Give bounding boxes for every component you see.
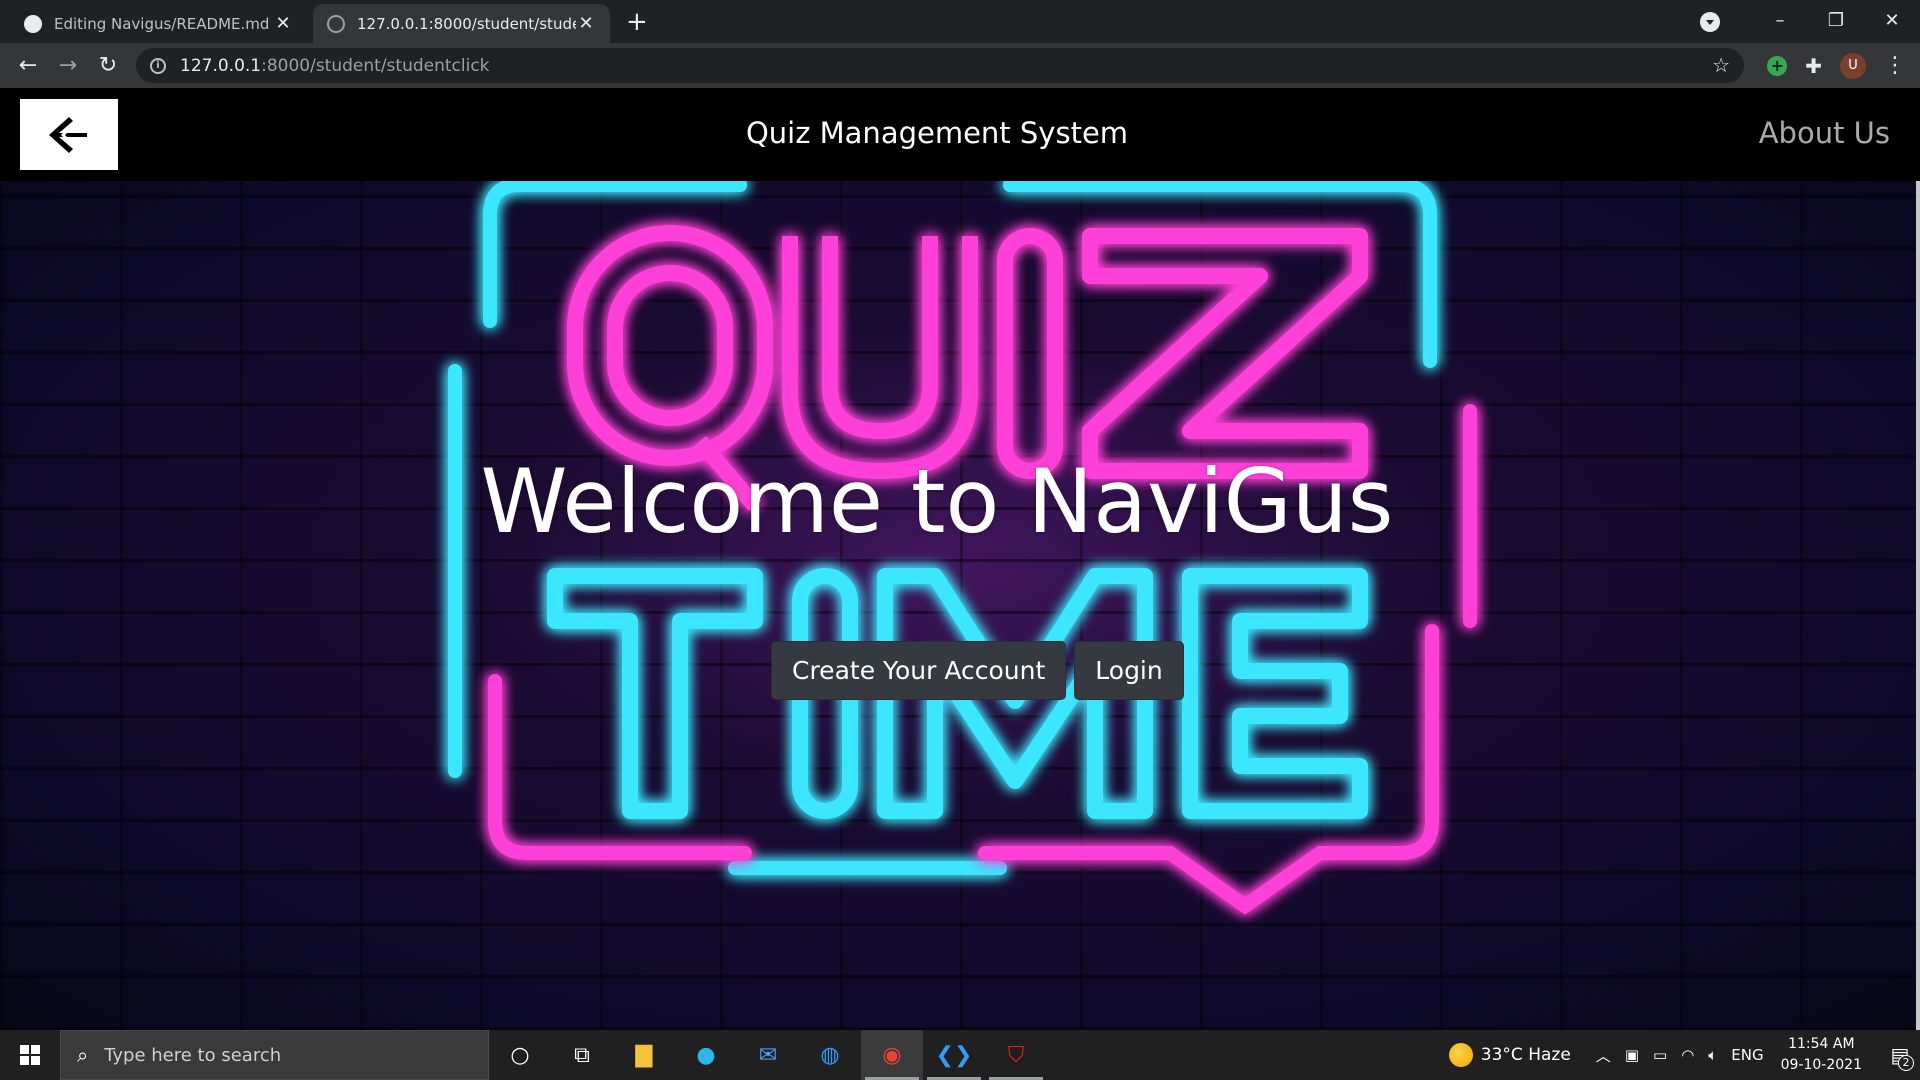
web-page: Quiz Management System About Us Welcome …: [0, 88, 1920, 1030]
search-icon: ⌕: [77, 1043, 89, 1067]
forward-icon[interactable]: →: [48, 53, 88, 78]
url-path: :8000/student/studentclick: [261, 55, 490, 76]
tab-search-icon[interactable]: [1700, 12, 1720, 32]
close-window-icon[interactable]: ✕: [1864, 10, 1920, 31]
system-tray: 33°C Haze ︿ ▣ ▭ ◠ 🔈︎ ENG 11:54 AM 09-10-…: [1448, 1030, 1920, 1080]
tab-strip: Editing Navigus/README.md at m ✕ 127.0.0…: [0, 0, 1920, 43]
chevron-up-icon[interactable]: ︿: [1596, 1045, 1611, 1066]
windows-logo-icon: [20, 1045, 40, 1065]
url-host: 127.0.0.1: [180, 55, 262, 76]
battery-icon[interactable]: ▭: [1653, 1046, 1667, 1064]
create-account-button[interactable]: Create Your Account: [771, 641, 1067, 700]
menu-kebab-icon[interactable]: ⋮: [1884, 53, 1906, 78]
tab-github-readme[interactable]: Editing Navigus/README.md at m ✕: [10, 4, 307, 43]
edge-icon[interactable]: ●: [675, 1030, 737, 1080]
language-indicator[interactable]: ENG: [1731, 1046, 1763, 1064]
tab-title: 127.0.0.1:8000/student/studentcli: [357, 14, 576, 33]
hero-actions: Create Your Account Login: [771, 641, 1184, 700]
reload-icon[interactable]: ↻: [88, 53, 128, 78]
site-title: Quiz Management System: [745, 116, 1129, 150]
url-text: 127.0.0.1:8000/student/studentclick: [180, 56, 490, 76]
extension-icon[interactable]: +: [1767, 55, 1788, 76]
start-button[interactable]: [0, 1030, 60, 1080]
close-tab-icon[interactable]: ✕: [576, 13, 596, 34]
tab-title: Editing Navigus/README.md at m: [54, 14, 273, 33]
file-explorer-icon[interactable]: ▇: [613, 1030, 675, 1080]
login-button[interactable]: Login: [1074, 641, 1184, 700]
notification-icon[interactable]: ▤ 2: [1880, 1043, 1920, 1071]
search-placeholder: Type here to search: [104, 1044, 282, 1066]
volume-icon[interactable]: 🔈︎: [1708, 1046, 1717, 1064]
clock[interactable]: 11:54 AM 09-10-2021: [1781, 1034, 1862, 1076]
cortana-icon[interactable]: ○: [489, 1030, 551, 1080]
hero-section: Welcome to NaviGus Create Your Account L…: [0, 181, 1920, 1030]
clock-date: 09-10-2021: [1780, 1057, 1862, 1073]
wifi-icon[interactable]: ◠: [1681, 1046, 1694, 1064]
about-us-link[interactable]: About Us: [1759, 116, 1890, 150]
sun-icon: [1448, 1043, 1473, 1067]
new-tab-button[interactable]: +: [626, 7, 648, 37]
browser-toolbar: ← → ↻ i 127.0.0.1:8000/student/studentcl…: [0, 43, 1920, 88]
page-scrollbar[interactable]: [1916, 181, 1920, 1030]
profile-avatar[interactable]: U: [1840, 52, 1866, 79]
close-tab-icon[interactable]: ✕: [273, 13, 293, 34]
tab-student-click[interactable]: 127.0.0.1:8000/student/studentcli ✕: [313, 4, 610, 43]
bookmark-star-icon[interactable]: ☆: [1712, 53, 1730, 77]
github-icon: [24, 14, 42, 33]
mail-icon[interactable]: ✉: [737, 1030, 799, 1080]
toolbar-right: + ✚ U ⋮: [1767, 43, 1906, 88]
weather-widget[interactable]: 33°C Haze: [1448, 1043, 1571, 1067]
address-bar[interactable]: i 127.0.0.1:8000/student/studentclick ☆: [136, 48, 1744, 83]
back-icon[interactable]: ←: [8, 53, 48, 78]
clock-time: 11:54 AM: [1788, 1036, 1855, 1052]
weather-text: 33°C Haze: [1480, 1045, 1571, 1065]
chrome-icon[interactable]: ◉: [861, 1030, 923, 1080]
task-view-icon[interactable]: ⧉: [551, 1030, 613, 1080]
welcome-heading: Welcome to NaviGus: [480, 449, 1394, 553]
minimize-icon[interactable]: –: [1752, 10, 1808, 31]
extensions-puzzle-icon[interactable]: ✚: [1805, 54, 1822, 78]
quiz-time-neon-image: [448, 181, 1477, 915]
device-icon[interactable]: ▣: [1625, 1046, 1639, 1064]
window-controls: – ❐ ✕: [1752, 0, 1920, 40]
notification-count: 2: [1898, 1055, 1914, 1071]
site-navbar: Quiz Management System About Us: [0, 88, 1920, 181]
restore-icon[interactable]: ❐: [1808, 10, 1864, 31]
mcafee-icon[interactable]: ⛉: [985, 1030, 1047, 1080]
windows-taskbar: ⌕ Type here to search ○ ⧉ ▇ ● ✉ ◍ ◉ ❮❯ ⛉…: [0, 1030, 1920, 1080]
vscode-icon[interactable]: ❮❯: [923, 1030, 985, 1080]
compass-app-icon[interactable]: ◍: [799, 1030, 861, 1080]
site-info-icon[interactable]: i: [150, 57, 166, 74]
globe-icon: [327, 14, 345, 33]
taskbar-search[interactable]: ⌕ Type here to search: [60, 1030, 489, 1080]
